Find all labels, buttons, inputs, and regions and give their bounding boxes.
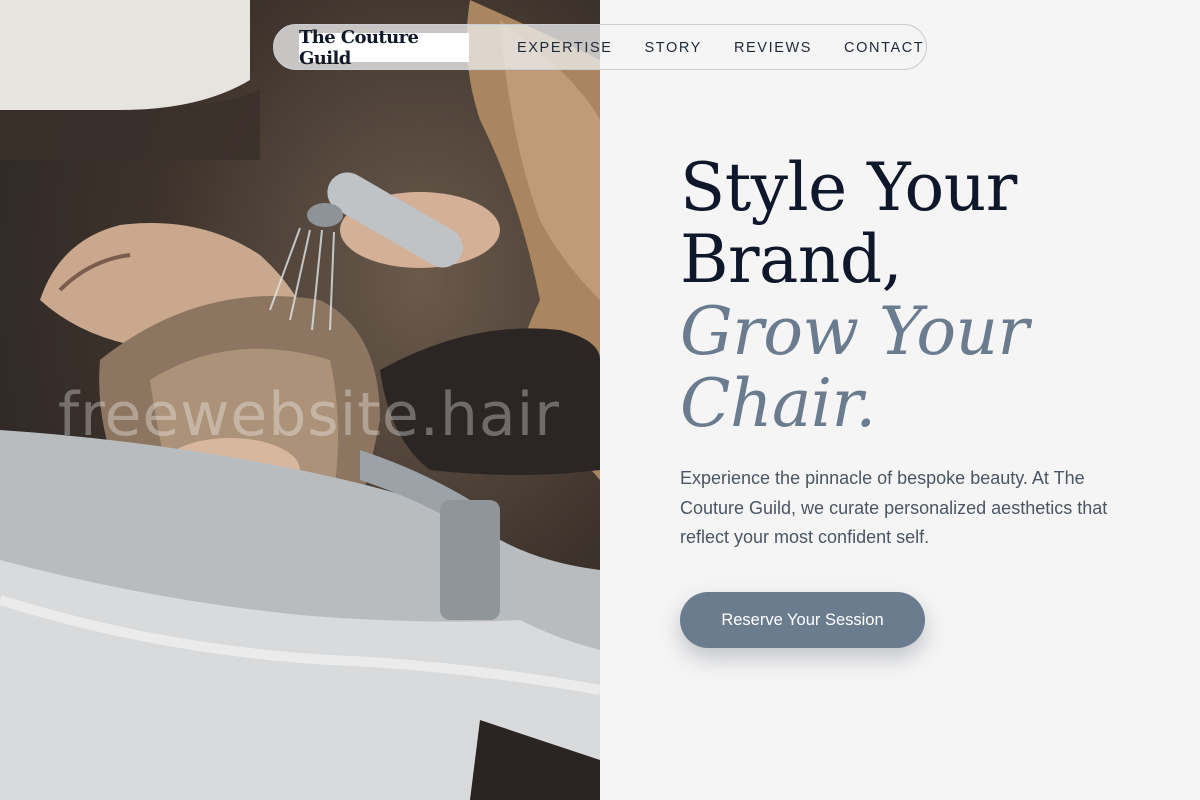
headline-accent-line-1: Grow Your xyxy=(680,293,1029,370)
hero-description: Experience the pinnacle of bespoke beaut… xyxy=(680,468,1108,547)
image-watermark: freewebsite.hair xyxy=(58,380,560,450)
hero-image: freewebsite.hair xyxy=(0,0,600,800)
headline-line-1: Style Your xyxy=(680,149,1017,226)
nav-link-expertise[interactable]: EXPERTISE xyxy=(517,40,613,56)
brand-logo[interactable]: The Couture Guild xyxy=(299,27,469,69)
nav-link-story[interactable]: STORY xyxy=(645,40,702,56)
top-navigation: The Couture Guild EXPERTISE STORY REVIEW… xyxy=(273,24,927,70)
nav-links: EXPERTISE STORY REVIEWS CONTACT xyxy=(517,25,956,71)
headline-line-2: Brand, xyxy=(680,221,903,298)
reserve-session-button[interactable]: Reserve Your Session xyxy=(680,592,925,648)
nav-link-contact[interactable]: CONTACT xyxy=(844,40,924,56)
nav-link-reviews[interactable]: REVIEWS xyxy=(734,40,812,56)
headline-accent-line-2: Chair. xyxy=(680,365,876,442)
hero-headline: Style Your Brand, Grow Your Chair. xyxy=(680,152,1160,440)
